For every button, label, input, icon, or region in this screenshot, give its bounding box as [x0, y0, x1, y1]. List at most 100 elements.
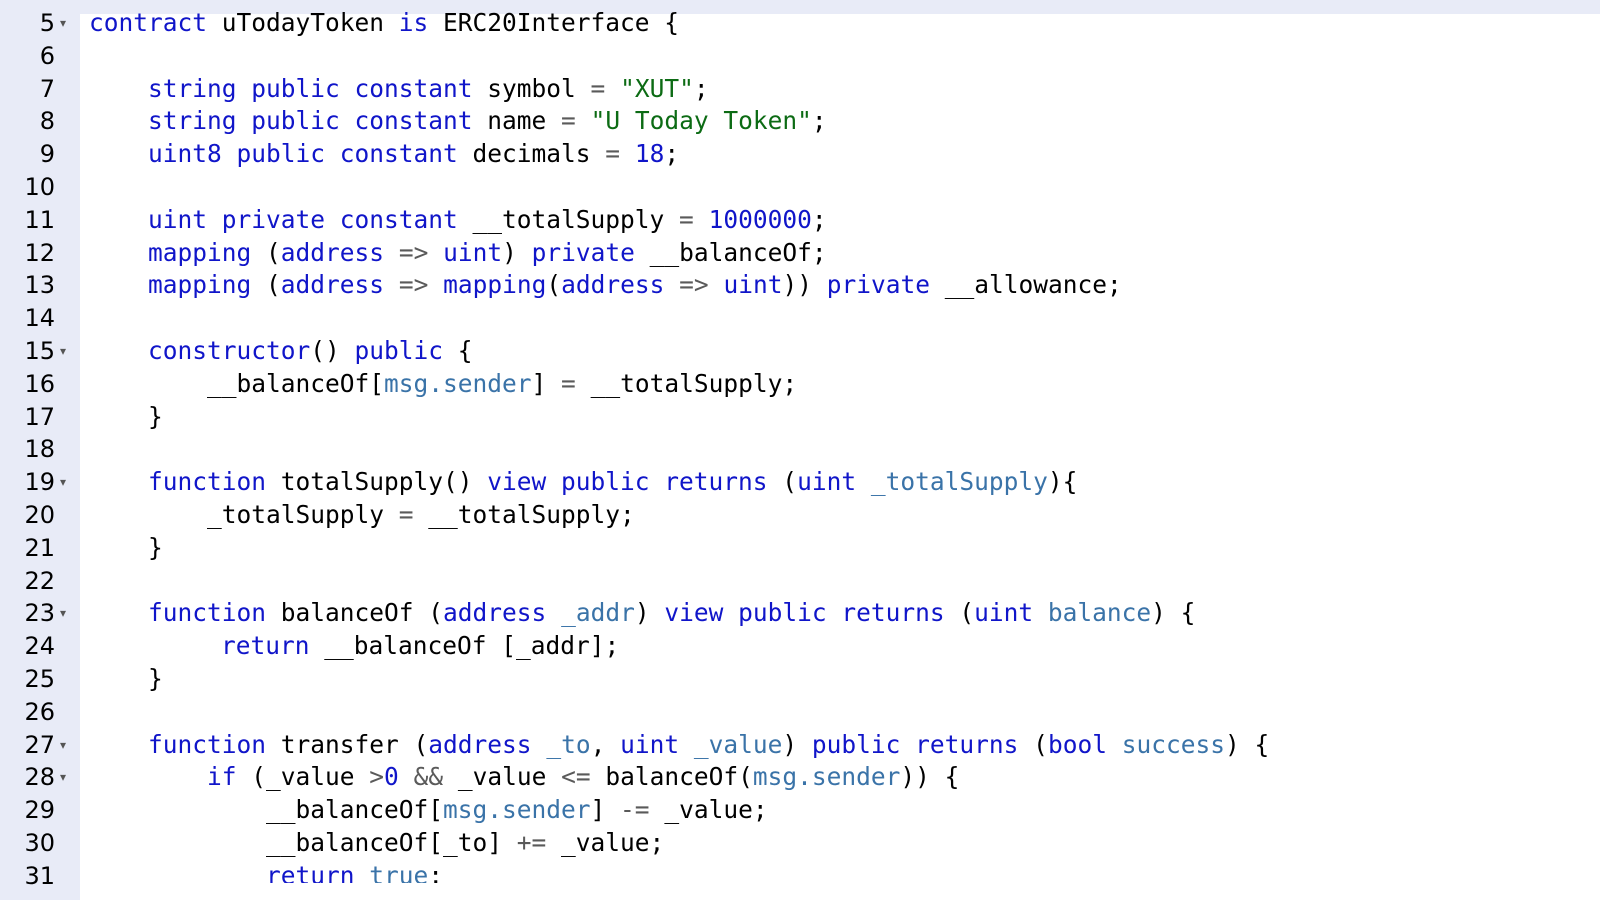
code-token: _value	[693, 729, 783, 759]
code-line[interactable]: 20 _totalSupply = __totalSupply;	[0, 499, 1600, 532]
code-token: 0	[384, 762, 399, 792]
code-token: transfer (	[266, 729, 429, 759]
code-token: ))	[782, 270, 827, 300]
code-line[interactable]: 22	[0, 565, 1600, 598]
code-token: decimals	[457, 139, 606, 169]
code-line[interactable]: 26	[0, 696, 1600, 729]
line-number: 6	[39, 41, 55, 70]
code-text: _totalSupply = __totalSupply;	[89, 499, 635, 532]
code-token: =>	[679, 270, 709, 300]
code-line[interactable]: 11 uint private constant __totalSupply = …	[0, 204, 1600, 237]
fold-toggle-icon[interactable]: ▾	[60, 466, 74, 499]
code-token: balanceOf (	[266, 598, 444, 628]
code-token: )	[782, 729, 812, 759]
code-token: totalSupply()	[266, 467, 488, 497]
code-line[interactable]: 15 ▾ constructor() public {	[0, 335, 1600, 368]
fold-toggle-icon[interactable]: ▾	[60, 7, 74, 40]
code-token: ERC20Interface {	[428, 8, 680, 37]
fold-toggle-icon[interactable]: ▾	[60, 729, 74, 762]
code-line[interactable]: 19 ▾ function totalSupply() view public re…	[0, 466, 1600, 499]
code-token: uTodayToken	[207, 8, 399, 37]
code-line[interactable]: 8 string public constant name = "U Today …	[0, 105, 1600, 138]
code-line[interactable]: 7 string public constant symbol = "XUT";	[0, 73, 1600, 106]
code-token: uint private constant	[148, 204, 458, 234]
code-text: uint private constant __totalSupply = 10…	[89, 204, 827, 237]
code-token: <=	[561, 762, 591, 792]
code-line[interactable]: 13 mapping (address => mapping(address =>…	[0, 269, 1600, 302]
code-token: )) {	[900, 762, 960, 792]
code-line[interactable]: 10	[0, 171, 1600, 204]
code-token: =	[561, 106, 576, 136]
line-number: 14	[24, 304, 55, 333]
code-token: =>	[398, 270, 429, 300]
code-line[interactable]: 12 mapping (address => uint) private __ba…	[0, 237, 1600, 270]
code-token: )	[634, 598, 665, 628]
code-token: {	[443, 335, 473, 365]
code-editor[interactable]: 5 ▾ contract uTodayToken is ERC20Interface…	[0, 0, 1600, 900]
code-token: address	[443, 598, 547, 628]
line-number: 10	[24, 172, 55, 201]
code-line[interactable]: 5 ▾ contract uTodayToken is ERC20Interface…	[0, 7, 1600, 40]
code-line[interactable]: 30 __balanceOf[_to] += _value;	[0, 827, 1600, 860]
code-text: mapping (address => mapping(address => u…	[89, 269, 1122, 302]
code-token: ]	[531, 368, 562, 398]
line-number: 22	[24, 566, 55, 595]
code-token: >	[369, 762, 385, 792]
code-token: )	[502, 237, 532, 267]
code-text: string public constant symbol = "XUT";	[89, 73, 709, 106]
code-line[interactable]: 9 uint8 public constant decimals = 18;	[0, 138, 1600, 171]
code-token: ()	[310, 335, 355, 365]
line-number: 21	[24, 533, 55, 562]
code-line[interactable]: 18	[0, 433, 1600, 466]
code-token: mapping	[443, 270, 547, 300]
code-token: _value;	[649, 795, 768, 825]
code-token: __totalSupply;	[413, 499, 635, 529]
code-token: &&	[413, 762, 444, 792]
code-line[interactable]: 24 return __balanceOf [_addr];	[0, 630, 1600, 663]
code-text: }	[89, 401, 163, 434]
code-line[interactable]: 16 __balanceOf[msg.sender] = __totalSuppl…	[0, 368, 1600, 401]
code-token: private	[826, 270, 930, 300]
code-line[interactable]: 21}	[0, 532, 1600, 565]
code-line[interactable]: 27 ▾ function transfer (address _to, uint …	[0, 729, 1600, 762]
code-token: address	[280, 237, 385, 267]
code-token: __balanceOf[	[207, 368, 385, 398]
code-token: ;	[811, 204, 827, 234]
code-token: _addr	[561, 598, 635, 628]
code-line[interactable]: 23 ▾ function balanceOf (address _addr) vi…	[0, 597, 1600, 630]
code-token: mapping	[148, 237, 252, 267]
fold-toggle-icon[interactable]: ▾	[60, 597, 74, 630]
code-line[interactable]: 17}	[0, 401, 1600, 434]
code-token: success	[1121, 729, 1225, 759]
code-token: address	[280, 270, 385, 300]
code-token: =	[679, 204, 694, 234]
code-text: return __balanceOf [_addr];	[89, 630, 619, 663]
code-token: +=	[516, 827, 547, 857]
code-token: uint	[723, 270, 783, 300]
fold-toggle-icon[interactable]: ▾	[60, 335, 74, 368]
code-line[interactable]: 29 __balanceOf[msg.sender] -= _value;	[0, 794, 1600, 827]
code-line[interactable]: 14	[0, 302, 1600, 335]
line-number: 11	[24, 205, 55, 234]
line-number: 23	[24, 599, 55, 628]
fold-toggle-icon[interactable]: ▾	[60, 761, 74, 794]
line-number: 16	[24, 369, 55, 398]
code-token: (_value	[236, 762, 370, 792]
line-number: 25	[24, 664, 55, 693]
code-line[interactable]: 6	[0, 40, 1600, 73]
code-line[interactable]: 28 ▾ if (_value >0 && _value <= balanceOf(…	[0, 761, 1600, 794]
code-line[interactable]: 25}	[0, 663, 1600, 696]
code-token: ;	[664, 139, 680, 169]
line-number: 8	[39, 107, 55, 136]
code-token: msg.sender	[443, 795, 591, 825]
code-token: _value	[443, 762, 562, 792]
code-token: uint	[443, 237, 503, 267]
code-lines[interactable]: 5 ▾ contract uTodayToken is ERC20Interface…	[0, 7, 1600, 893]
